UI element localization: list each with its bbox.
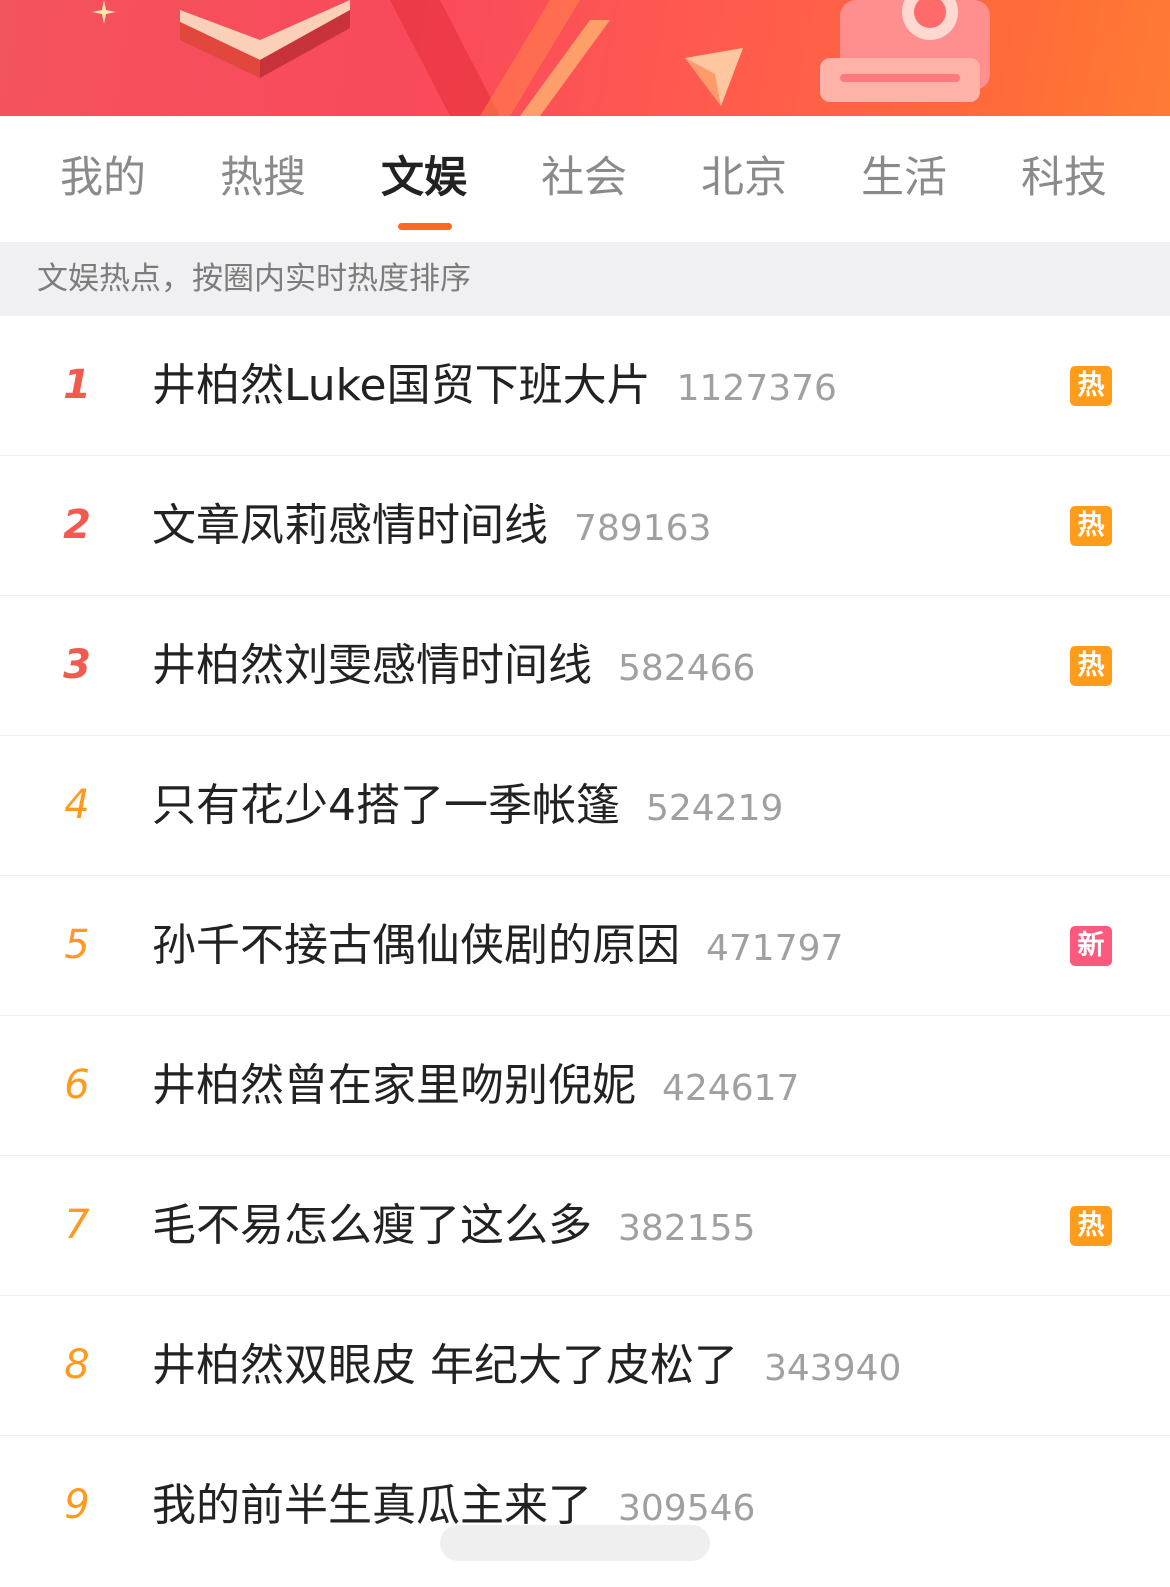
heat-count: 582466 — [618, 648, 756, 689]
list-item[interactable]: 2 文章凤莉感情时间线 789163 热 — [0, 456, 1170, 596]
heat-count: 424617 — [662, 1068, 800, 1109]
trending-list: 1 井柏然Luke国贸下班大片 1127376 热 2 文章凤莉感情时间线 7891… — [0, 316, 1170, 1575]
new-badge: 新 — [1070, 926, 1112, 966]
list-item[interactable]: 5 孙千不接古偶仙侠剧的原因 471797 新 — [0, 876, 1170, 1016]
topic-title: 井柏然Luke国贸下班大片 — [152, 360, 651, 411]
list-item[interactable]: 4 只有花少4搭了一季帐篷 524219 — [0, 736, 1170, 876]
rank-number: 3 — [63, 642, 91, 688]
hot-badge: 热 — [1070, 646, 1112, 686]
paper-plane-icon — [685, 48, 743, 106]
heat-count: 309546 — [618, 1488, 756, 1529]
topic-title: 只有花少4搭了一季帐篷 — [152, 780, 620, 831]
tab-tech[interactable]: 科技 — [984, 148, 1144, 208]
active-tab-indicator — [398, 223, 452, 230]
topic-text: 毛不易怎么瘦了这么多 382155 — [152, 1156, 755, 1295]
heat-count: 789163 — [574, 508, 712, 549]
sparkle-icon — [92, 0, 116, 24]
topic-text: 井柏然刘雯感情时间线 582466 — [152, 596, 755, 735]
decor-stripes — [390, 0, 610, 116]
hot-badge: 热 — [1070, 1206, 1112, 1246]
topic-title: 我的前半生真瓜主来了 — [152, 1480, 592, 1531]
watermark-overlay — [440, 1525, 710, 1561]
tab-mine[interactable]: 我的 — [23, 148, 183, 208]
topic-title: 井柏然曾在家里吻别倪妮 — [152, 1060, 636, 1111]
topic-title: 毛不易怎么瘦了这么多 — [152, 1200, 592, 1251]
header-banner — [0, 0, 1170, 116]
topic-title: 文章凤莉感情时间线 — [152, 500, 548, 551]
list-item[interactable]: 8 井柏然双眼皮 年纪大了皮松了 343940 — [0, 1296, 1170, 1436]
rank-number: 5 — [64, 922, 90, 968]
section-description: 文娱热点，按圈内实时热度排序 — [0, 242, 1170, 316]
book-icon — [180, 0, 350, 78]
rank-number: 4 — [64, 782, 90, 828]
rank-number: 6 — [64, 1062, 90, 1108]
topic-text: 井柏然双眼皮 年纪大了皮松了 343940 — [152, 1296, 901, 1435]
heat-count: 524219 — [646, 788, 784, 829]
tab-hot-search[interactable]: 热搜 — [183, 148, 343, 208]
rank-number: 8 — [64, 1342, 90, 1388]
hot-badge: 热 — [1070, 506, 1112, 546]
rank-number: 9 — [64, 1482, 90, 1528]
rank-number: 1 — [63, 362, 91, 408]
camera-icon — [820, 0, 990, 102]
heat-count: 1127376 — [676, 368, 837, 409]
heat-count: 382155 — [618, 1208, 756, 1249]
rank-number: 2 — [63, 502, 91, 548]
topic-text: 井柏然曾在家里吻别倪妮 424617 — [152, 1016, 799, 1155]
topic-text: 孙千不接古偶仙侠剧的原因 471797 — [152, 876, 843, 1015]
list-item[interactable]: 7 毛不易怎么瘦了这么多 382155 热 — [0, 1156, 1170, 1296]
topic-title: 井柏然刘雯感情时间线 — [152, 640, 592, 691]
tab-life[interactable]: 生活 — [824, 148, 984, 208]
topic-title: 井柏然双眼皮 年纪大了皮松了 — [152, 1340, 738, 1391]
topic-text: 文章凤莉感情时间线 789163 — [152, 456, 711, 595]
topic-text: 只有花少4搭了一季帐篷 524219 — [152, 736, 783, 875]
list-item[interactable]: 1 井柏然Luke国贸下班大片 1127376 热 — [0, 316, 1170, 456]
topic-title: 孙千不接古偶仙侠剧的原因 — [152, 920, 680, 971]
tab-society[interactable]: 社会 — [504, 148, 664, 208]
list-item[interactable]: 3 井柏然刘雯感情时间线 582466 热 — [0, 596, 1170, 736]
tab-entertainment[interactable]: 文娱 — [344, 148, 504, 208]
heat-count: 471797 — [706, 928, 844, 969]
list-item[interactable]: 6 井柏然曾在家里吻别倪妮 424617 — [0, 1016, 1170, 1156]
rank-number: 7 — [64, 1202, 90, 1248]
hot-badge: 热 — [1070, 366, 1112, 406]
category-tabs: 我的 热搜 文娱 社会 北京 生活 科技 — [0, 116, 1170, 242]
tab-beijing[interactable]: 北京 — [664, 148, 824, 208]
topic-text: 井柏然Luke国贸下班大片 1127376 — [152, 316, 837, 455]
heat-count: 343940 — [764, 1348, 902, 1389]
